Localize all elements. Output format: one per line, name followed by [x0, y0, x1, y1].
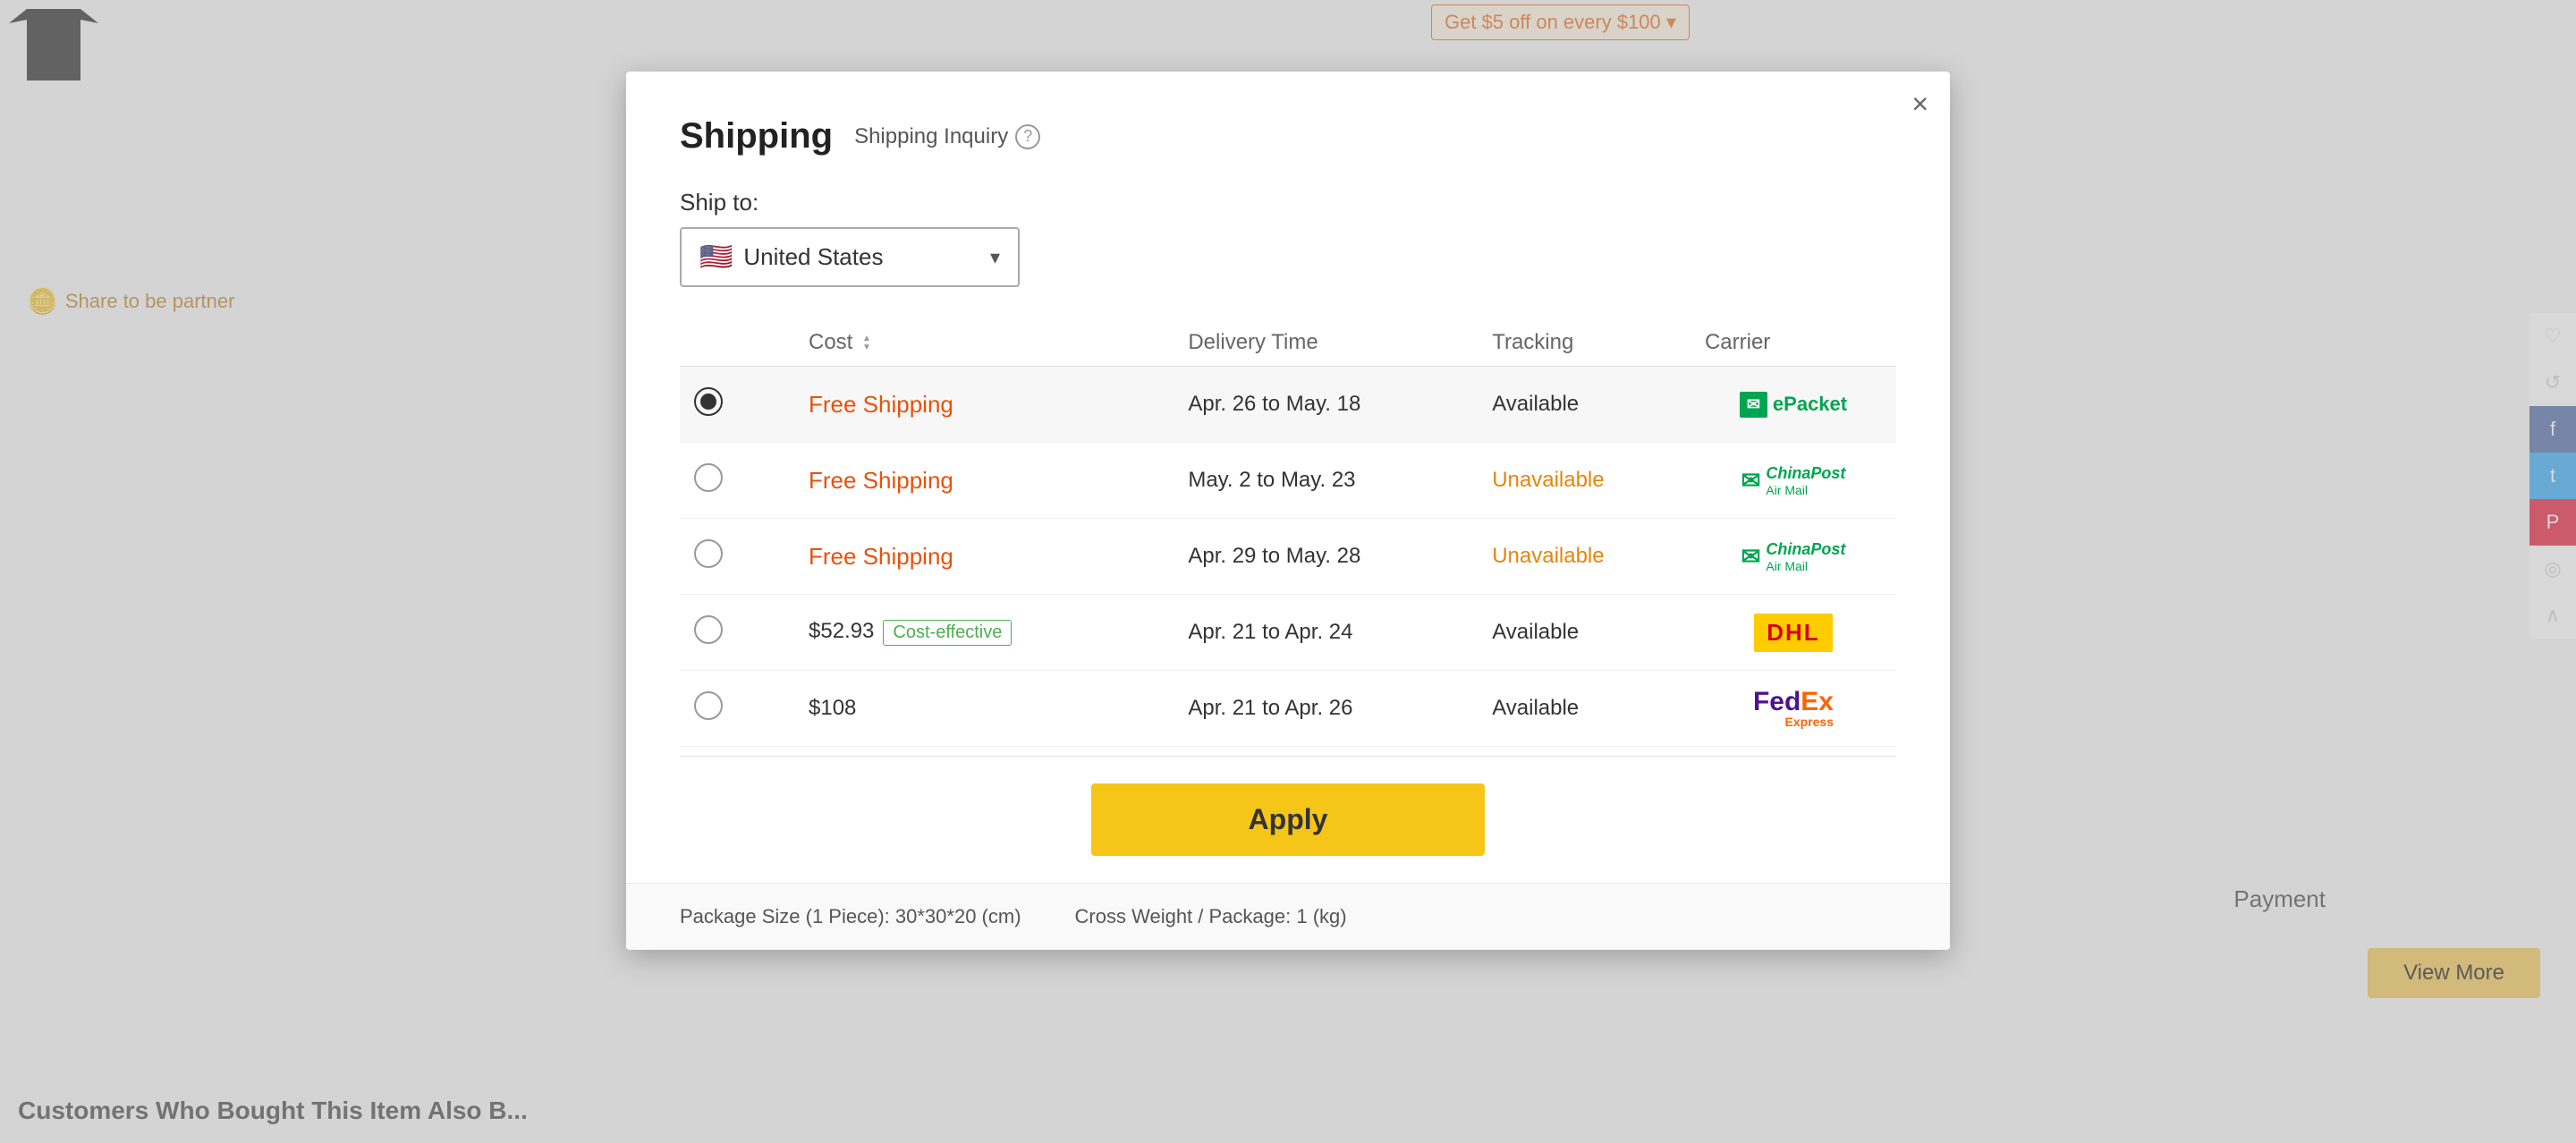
tracking-cell: Unavailable	[1478, 443, 1690, 519]
carrier-cell: FedEx Express	[1690, 671, 1896, 747]
tracking-cell: Available	[1478, 671, 1690, 747]
dhl-logo: DHL	[1754, 614, 1832, 652]
delivery-time-cell: Apr. 21 to Apr. 26	[1174, 671, 1478, 747]
cross-weight-info: Cross Weight / Package: 1 (kg)	[1075, 905, 1347, 928]
chinapost-mark: ✉	[1741, 543, 1761, 571]
modal-header: Shipping Shipping Inquiry ?	[680, 116, 1896, 157]
cost-cell: Free Shipping	[737, 519, 1174, 595]
chevron-down-icon: ▾	[990, 246, 1000, 269]
th-tracking: Tracking	[1478, 319, 1690, 367]
th-select	[680, 319, 737, 367]
delivery-time-cell: Apr. 29 to May. 28	[1174, 519, 1478, 595]
carrier-cell: ✉ ePacket	[1690, 367, 1896, 443]
close-button[interactable]: ×	[1911, 89, 1928, 118]
carrier-cell: ✉ ChinaPost Air Mail	[1690, 443, 1896, 519]
fedex-fe: Fed	[1753, 687, 1801, 716]
package-size-info: Package Size (1 Piece): 30*30*20 (cm)	[680, 905, 1021, 928]
carrier-logo: ✉ ChinaPost Air Mail	[1705, 537, 1882, 576]
radio-cell[interactable]	[680, 443, 737, 519]
carrier-logo: FedEx Express	[1705, 689, 1882, 728]
chinapost-text-group: ChinaPost Air Mail	[1766, 540, 1845, 573]
shipping-inquiry-link[interactable]: Shipping Inquiry ?	[854, 124, 1040, 149]
carrier-cell: DHL	[1690, 595, 1896, 671]
table-divider	[680, 756, 1896, 757]
delivery-time-cell: Apr. 26 to May. 18	[1174, 367, 1478, 443]
table-header-row: Cost ▲▼ Delivery Time Tracking Carrier	[680, 319, 1896, 367]
modal-backdrop: × Shipping Shipping Inquiry ? Ship to: 🇺…	[0, 0, 2576, 1143]
table-row[interactable]: Free Shipping Apr. 26 to May. 18Available…	[680, 367, 1896, 443]
country-flag: 🇺🇸	[699, 241, 733, 273]
fedex-express-label: Express	[1753, 715, 1834, 728]
tracking-cell: Unavailable	[1478, 519, 1690, 595]
chinapost-name: ChinaPost	[1766, 540, 1845, 559]
modal-title: Shipping	[680, 116, 833, 157]
epacket-mark: ✉	[1740, 392, 1767, 418]
radio-button[interactable]	[694, 387, 723, 416]
radio-button[interactable]	[694, 615, 723, 644]
th-delivery: Delivery Time	[1174, 319, 1478, 367]
radio-cell[interactable]	[680, 367, 737, 443]
carrier-logo: ✉ ChinaPost Air Mail	[1705, 461, 1882, 500]
fedex-logo: FedEx Express	[1753, 689, 1834, 728]
cost-cell: Free Shipping	[737, 443, 1174, 519]
chinapost-logo: ✉ ChinaPost Air Mail	[1741, 464, 1846, 497]
cost-cell: Free Shipping	[737, 367, 1174, 443]
radio-button[interactable]	[694, 463, 723, 492]
chinapost-sub: Air Mail	[1766, 483, 1845, 497]
epacket-text: ePacket	[1773, 393, 1847, 416]
delivery-time-cell: May. 2 to May. 23	[1174, 443, 1478, 519]
radio-button[interactable]	[694, 691, 723, 720]
country-name: United States	[743, 243, 883, 271]
chinapost-mark: ✉	[1741, 467, 1761, 495]
cost-cell: $108	[737, 671, 1174, 747]
free-shipping-label: Free Shipping	[809, 467, 953, 494]
delivery-time-cell: Apr. 21 to Apr. 24	[1174, 595, 1478, 671]
shipping-options-table: Cost ▲▼ Delivery Time Tracking Carrier F…	[680, 319, 1896, 747]
radio-button[interactable]	[694, 539, 723, 568]
country-selector[interactable]: 🇺🇸 United States ▾	[680, 227, 1020, 287]
carrier-logo: DHL	[1705, 613, 1882, 652]
chinapost-name: ChinaPost	[1766, 464, 1845, 483]
chinapost-logo: ✉ ChinaPost Air Mail	[1741, 540, 1846, 573]
table-row[interactable]: Free Shipping Apr. 29 to May. 28Unavailab…	[680, 519, 1896, 595]
radio-cell[interactable]	[680, 519, 737, 595]
carrier-cell: ✉ ChinaPost Air Mail	[1690, 519, 1896, 595]
chinapost-sub: Air Mail	[1766, 559, 1845, 573]
tracking-cell: Available	[1478, 367, 1690, 443]
th-carrier: Carrier	[1690, 319, 1896, 367]
table-row[interactable]: $108Apr. 21 to Apr. 26Available FedEx Ex…	[680, 671, 1896, 747]
radio-cell[interactable]	[680, 595, 737, 671]
chinapost-text-group: ChinaPost Air Mail	[1766, 464, 1845, 497]
free-shipping-label: Free Shipping	[809, 543, 953, 570]
table-row[interactable]: Free Shipping May. 2 to May. 23Unavailabl…	[680, 443, 1896, 519]
modal-footer: Package Size (1 Piece): 30*30*20 (cm) Cr…	[626, 883, 1950, 950]
tracking-cell: Available	[1478, 595, 1690, 671]
cost-cell: $52.93Cost-effective	[737, 595, 1174, 671]
cost-effective-badge: Cost-effective	[883, 620, 1012, 646]
fedex-ex: Ex	[1801, 687, 1834, 716]
th-cost: Cost ▲▼	[737, 319, 1174, 367]
ship-to-label: Ship to:	[680, 189, 1896, 216]
epacket-logo: ✉ ePacket	[1740, 392, 1847, 418]
carrier-logo: ✉ ePacket	[1705, 385, 1882, 424]
free-shipping-label: Free Shipping	[809, 391, 953, 418]
radio-cell[interactable]	[680, 671, 737, 747]
sort-icon[interactable]: ▲▼	[862, 334, 871, 352]
apply-button[interactable]: Apply	[1091, 783, 1485, 856]
shipping-modal: × Shipping Shipping Inquiry ? Ship to: 🇺…	[626, 72, 1950, 950]
table-row[interactable]: $52.93Cost-effectiveApr. 21 to Apr. 24Av…	[680, 595, 1896, 671]
inquiry-icon: ?	[1015, 124, 1040, 149]
